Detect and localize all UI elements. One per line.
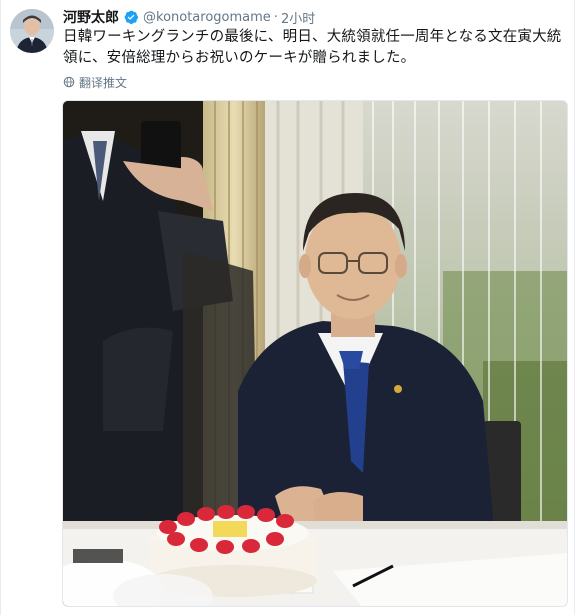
tweet-photo[interactable]	[62, 100, 568, 607]
tweet-card[interactable]: 河野太郎 @konotarogomame · 2小时 日韓ワーキングランチの最後…	[0, 0, 575, 615]
author-name[interactable]: 河野太郎	[63, 7, 119, 27]
tweet-text: 日韓ワーキングランチの最後に、明日、大統領就任一周年となる文在寅大統領に、安倍総…	[63, 29, 562, 66]
tweet-header: 河野太郎 @konotarogomame · 2小时	[63, 7, 315, 27]
verified-badge-icon	[123, 9, 139, 25]
translate-label: 翻译推文	[79, 75, 128, 90]
tweet-timestamp[interactable]: 2小时	[281, 8, 315, 27]
author-handle[interactable]: @konotarogomame	[143, 10, 271, 25]
globe-icon	[63, 76, 75, 88]
header-separator: ·	[273, 9, 278, 25]
translate-tweet-link[interactable]: 翻译推文	[63, 73, 127, 91]
author-avatar[interactable]	[10, 9, 54, 53]
